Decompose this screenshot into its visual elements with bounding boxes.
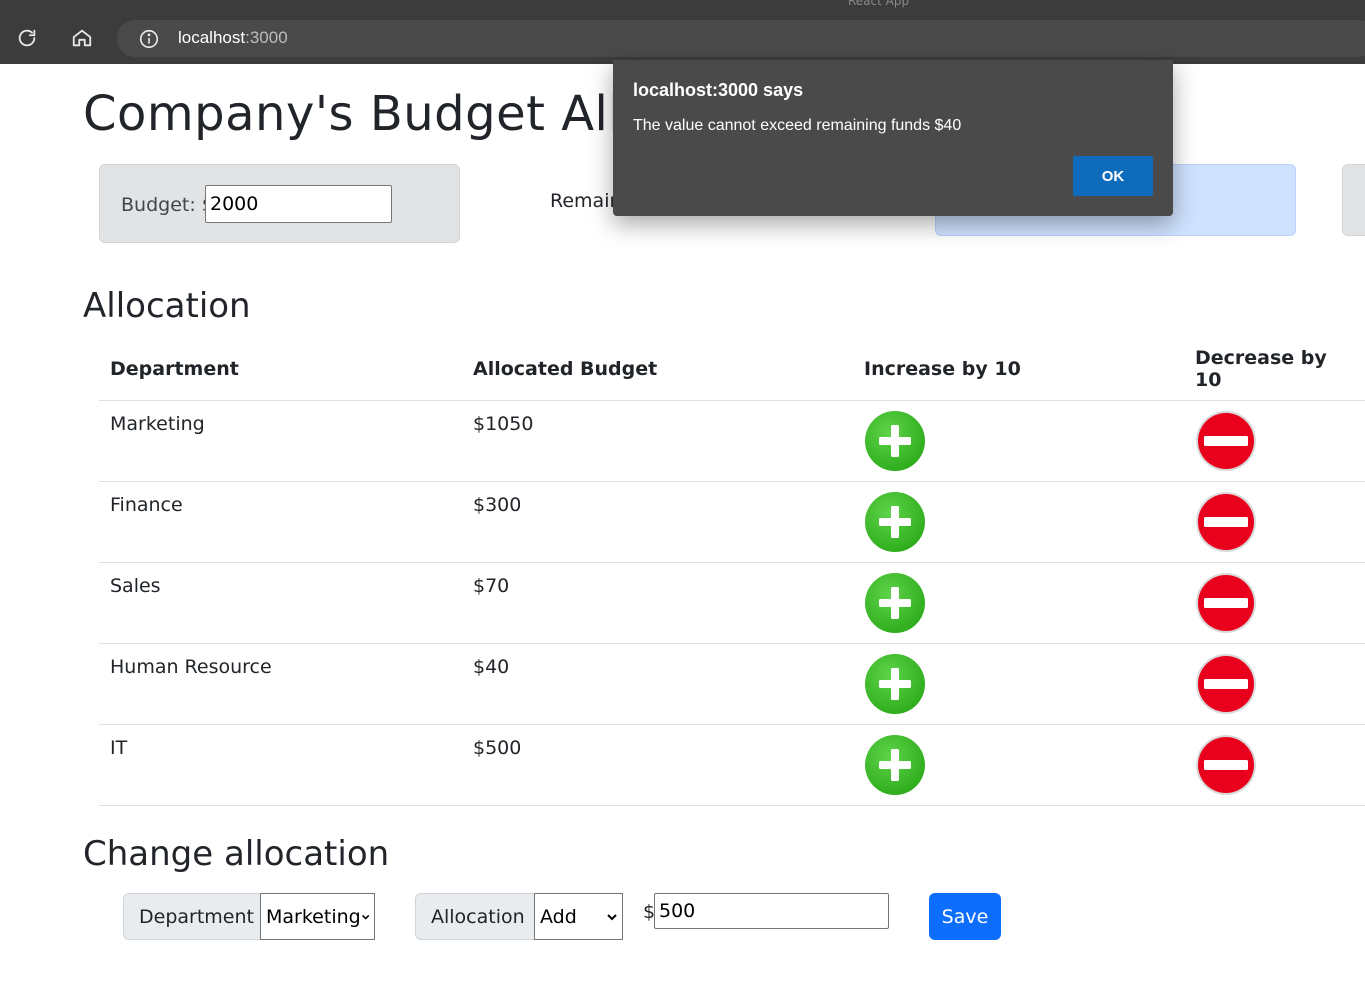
table-row: Sales $70 bbox=[99, 562, 1365, 644]
increase-cell bbox=[853, 643, 1184, 725]
home-icon bbox=[72, 29, 92, 47]
browser-toolbar: React App localhost:3000 bbox=[0, 0, 1365, 64]
table-row: IT $500 bbox=[99, 724, 1365, 806]
increase-button[interactable] bbox=[864, 572, 926, 634]
department-label: Department bbox=[123, 893, 261, 940]
budget-cell: $500 bbox=[462, 724, 853, 806]
budget-input[interactable] bbox=[205, 185, 392, 223]
decrease-button[interactable] bbox=[1195, 572, 1257, 634]
url-text: localhost:3000 bbox=[178, 28, 288, 48]
minus-circle-icon bbox=[1196, 492, 1256, 552]
department-select[interactable]: Marketing bbox=[260, 893, 375, 940]
increase-button[interactable] bbox=[864, 491, 926, 553]
chevron-down-icon bbox=[361, 914, 369, 920]
allocation-type-select[interactable]: Add bbox=[534, 893, 623, 940]
table-row: Marketing $1050 bbox=[99, 400, 1365, 482]
column-header: Decrease by 10 bbox=[1184, 338, 1365, 401]
allocation-type-value: Add bbox=[540, 905, 577, 928]
site-info-icon[interactable] bbox=[138, 28, 160, 50]
minus-circle-icon bbox=[1196, 735, 1256, 795]
decrease-cell bbox=[1184, 400, 1365, 482]
change-allocation-heading: Change allocation bbox=[83, 834, 390, 874]
department-cell: Finance bbox=[99, 481, 462, 563]
increase-button[interactable] bbox=[864, 653, 926, 715]
decrease-cell bbox=[1184, 643, 1365, 725]
budget-label: Budget: $ bbox=[121, 194, 214, 216]
budget-cell: $1050 bbox=[462, 400, 853, 482]
plus-circle-icon bbox=[865, 411, 925, 471]
tab-title[interactable]: React App bbox=[848, 0, 909, 8]
table-row: Finance $300 bbox=[99, 481, 1365, 563]
chevron-down-icon bbox=[607, 913, 617, 920]
decrease-button[interactable] bbox=[1195, 653, 1257, 715]
amount-input[interactable] bbox=[654, 893, 889, 929]
minus-circle-icon bbox=[1196, 573, 1256, 633]
decrease-button[interactable] bbox=[1195, 491, 1257, 553]
table-header-row: Department Allocated Budget Increase by … bbox=[99, 338, 1365, 401]
reload-icon bbox=[18, 29, 36, 47]
dialog-title: localhost:3000 says bbox=[633, 80, 804, 100]
dialog-message: The value cannot exceed remaining funds … bbox=[633, 117, 962, 134]
budget-cell: $70 bbox=[462, 562, 853, 644]
dialog-ok-button[interactable]: OK bbox=[1073, 156, 1153, 196]
column-header: Increase by 10 bbox=[853, 338, 1184, 401]
decrease-button[interactable] bbox=[1195, 410, 1257, 472]
url-host: localhost bbox=[178, 28, 246, 47]
address-bar[interactable]: localhost:3000 bbox=[117, 20, 1365, 57]
department-cell: Marketing bbox=[99, 400, 462, 482]
column-header: Department bbox=[99, 338, 462, 401]
increase-cell bbox=[853, 562, 1184, 644]
table-row: Human Resource $40 bbox=[99, 643, 1365, 725]
alert-dialog: localhost:3000 says The value cannot exc… bbox=[613, 60, 1173, 216]
increase-cell bbox=[853, 481, 1184, 563]
plus-circle-icon bbox=[865, 492, 925, 552]
plus-circle-icon bbox=[865, 654, 925, 714]
increase-button[interactable] bbox=[864, 734, 926, 796]
increase-cell bbox=[853, 400, 1184, 482]
increase-button[interactable] bbox=[864, 410, 926, 472]
budget-cell: $300 bbox=[462, 481, 853, 563]
save-button[interactable]: Save bbox=[929, 893, 1001, 940]
budget-cell: $40 bbox=[462, 643, 853, 725]
department-cell: IT bbox=[99, 724, 462, 806]
url-port: :3000 bbox=[245, 28, 288, 47]
decrease-button[interactable] bbox=[1195, 734, 1257, 796]
allocation-label: Allocation bbox=[415, 893, 535, 940]
department-cell: Sales bbox=[99, 562, 462, 644]
decrease-cell bbox=[1184, 481, 1365, 563]
extra-panel bbox=[1342, 164, 1365, 236]
minus-circle-icon bbox=[1196, 654, 1256, 714]
home-button[interactable] bbox=[64, 20, 100, 56]
plus-circle-icon bbox=[865, 735, 925, 795]
plus-circle-icon bbox=[865, 573, 925, 633]
increase-cell bbox=[853, 724, 1184, 806]
allocation-heading: Allocation bbox=[83, 286, 251, 326]
budget-panel: Budget: $ bbox=[99, 164, 460, 243]
department-select-value: Marketing bbox=[266, 905, 361, 928]
minus-circle-icon bbox=[1196, 411, 1256, 471]
decrease-cell bbox=[1184, 562, 1365, 644]
allocation-table: Department Allocated Budget Increase by … bbox=[99, 338, 1365, 806]
reload-button[interactable] bbox=[9, 20, 45, 56]
decrease-cell bbox=[1184, 724, 1365, 806]
column-header: Allocated Budget bbox=[462, 338, 853, 401]
department-cell: Human Resource bbox=[99, 643, 462, 725]
